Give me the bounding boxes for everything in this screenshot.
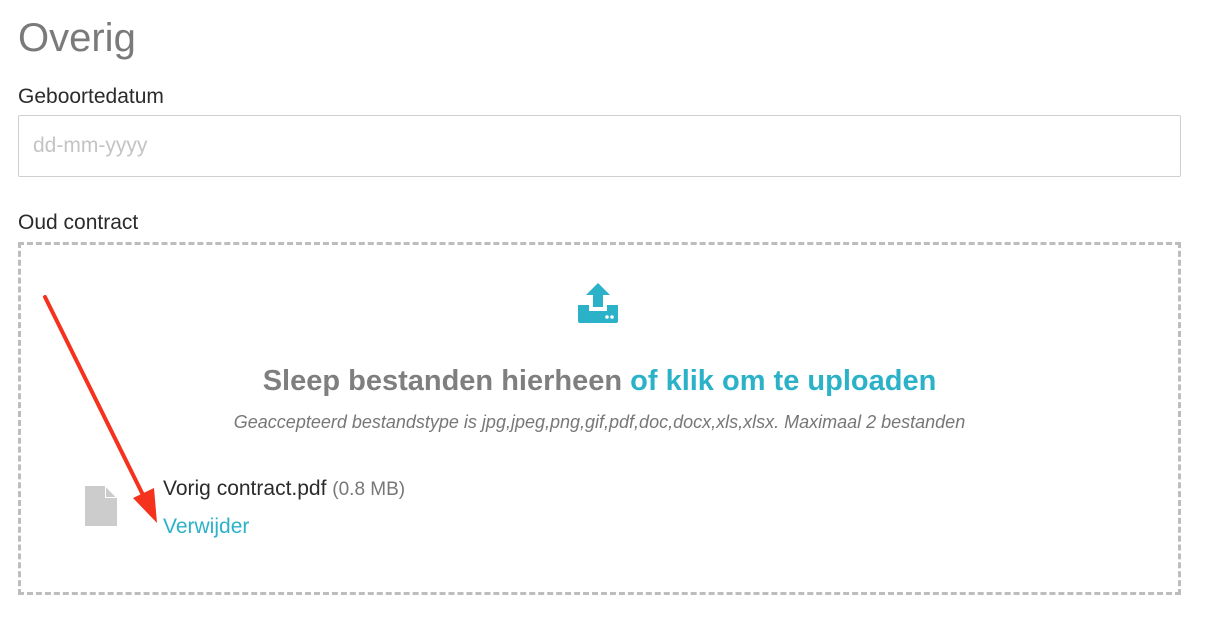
file-list-item: Vorig contract.pdf (0.8 MB) Verwijder — [85, 473, 485, 543]
contract-label: Oud contract — [18, 211, 139, 234]
file-icon — [85, 486, 117, 526]
file-name-text: Vorig contract.pdf — [163, 477, 327, 500]
dropzone-text: Sleep bestanden hierheen of klik om te u… — [21, 363, 1178, 399]
upload-link[interactable]: of klik om te uploaden — [630, 365, 936, 397]
dropzone-hint: Geaccepteerd bestandstype is jpg,jpeg,pn… — [233, 412, 966, 432]
form-page: Overig Geboortedatum Oud contract Sleep … — [0, 0, 1210, 620]
section-title: Overig — [18, 16, 136, 60]
remove-file-link[interactable]: Verwijder — [163, 513, 249, 541]
upload-icon — [578, 283, 618, 323]
file-dropzone[interactable]: Sleep bestanden hierheen of klik om te u… — [18, 242, 1181, 595]
dropzone-main-text: Sleep bestanden hierheen — [262, 365, 631, 397]
birthdate-input[interactable] — [18, 115, 1181, 177]
file-name: Vorig contract.pdf (0.8 MB) — [163, 475, 405, 504]
file-size: (0.8 MB) — [332, 479, 406, 500]
birthdate-label: Geboortedatum — [18, 85, 164, 108]
